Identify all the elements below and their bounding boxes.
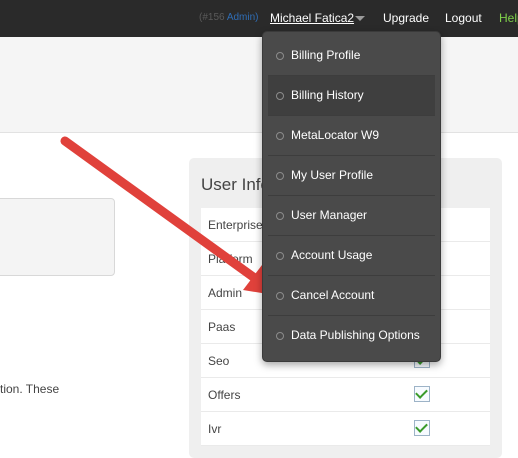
menu-item-label: Account Usage (291, 248, 373, 262)
bullet-icon (276, 92, 284, 100)
menu-item-cancel-account[interactable]: Cancel Account (268, 276, 435, 316)
menu-item-billing-profile[interactable]: Billing Profile (268, 36, 435, 76)
bullet-icon (276, 132, 284, 140)
menu-item-label: Cancel Account (291, 288, 375, 302)
menu-item-metalocator-w9[interactable]: MetaLocator W9 (268, 116, 435, 156)
menu-item-label: User Manager (291, 208, 368, 222)
menu-item-account-usage[interactable]: Account Usage (268, 236, 435, 276)
menu-item-label: My User Profile (291, 168, 374, 182)
menu-item-my-user-profile[interactable]: My User Profile (268, 156, 435, 196)
bullet-icon (276, 212, 284, 220)
bullet-icon (276, 172, 284, 180)
menu-item-billing-history[interactable]: Billing History (268, 76, 435, 116)
bullet-icon (276, 52, 284, 60)
menu-item-data-publishing-options[interactable]: Data Publishing Options (268, 316, 435, 355)
bullet-icon (276, 292, 284, 300)
menu-item-label: Billing History (291, 88, 364, 102)
bullet-icon (276, 332, 284, 340)
menu-item-label: Billing Profile (291, 48, 361, 62)
menu-item-user-manager[interactable]: User Manager (268, 196, 435, 236)
account-dropdown-menu: Billing Profile Billing History MetaLoca… (262, 31, 441, 362)
bullet-icon (276, 252, 284, 260)
menu-item-label: Data Publishing Options (291, 328, 420, 342)
menu-item-label: MetaLocator W9 (291, 128, 380, 142)
